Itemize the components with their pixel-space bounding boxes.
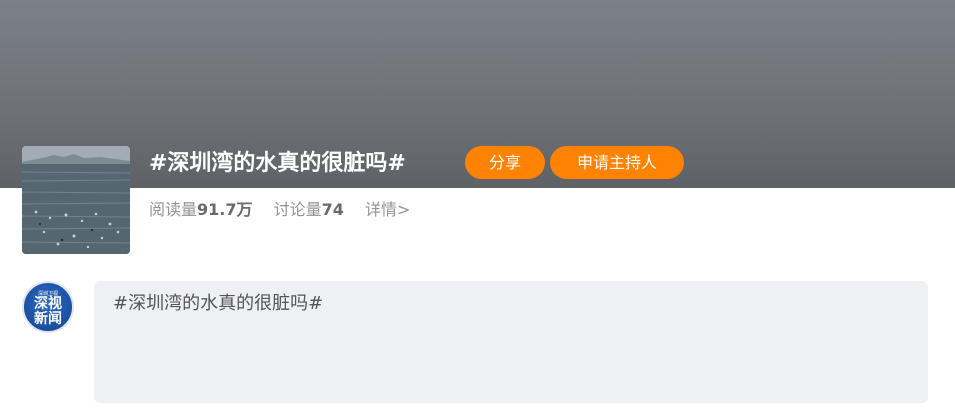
avatar-line-1: 深视: [34, 296, 62, 312]
discuss-count-label: 讨论量: [273, 200, 322, 219]
topic-stats: 阅读量91.7万 讨论量74 详情>: [149, 199, 410, 221]
read-count-label: 阅读量: [149, 200, 198, 219]
account-avatar[interactable]: 深圳卫视 深视 新闻: [22, 281, 74, 333]
read-count-value: 91.7万: [197, 200, 253, 219]
details-link[interactable]: 详情>: [365, 199, 410, 221]
discuss-count-value: 74: [321, 200, 344, 219]
topic-title: #深圳湾的水真的很脏吗#: [149, 151, 406, 176]
post-text: #深圳湾的水真的很脏吗#: [113, 293, 324, 314]
share-button[interactable]: 分享: [465, 146, 545, 179]
post-card[interactable]: #深圳湾的水真的很脏吗#: [94, 281, 928, 403]
topic-cover-image: [22, 146, 130, 254]
read-count: 阅读量91.7万: [149, 199, 253, 221]
apply-host-button[interactable]: 申请主持人: [550, 146, 684, 179]
avatar-line-2: 新闻: [34, 311, 62, 327]
discuss-count: 讨论量74: [274, 199, 344, 221]
